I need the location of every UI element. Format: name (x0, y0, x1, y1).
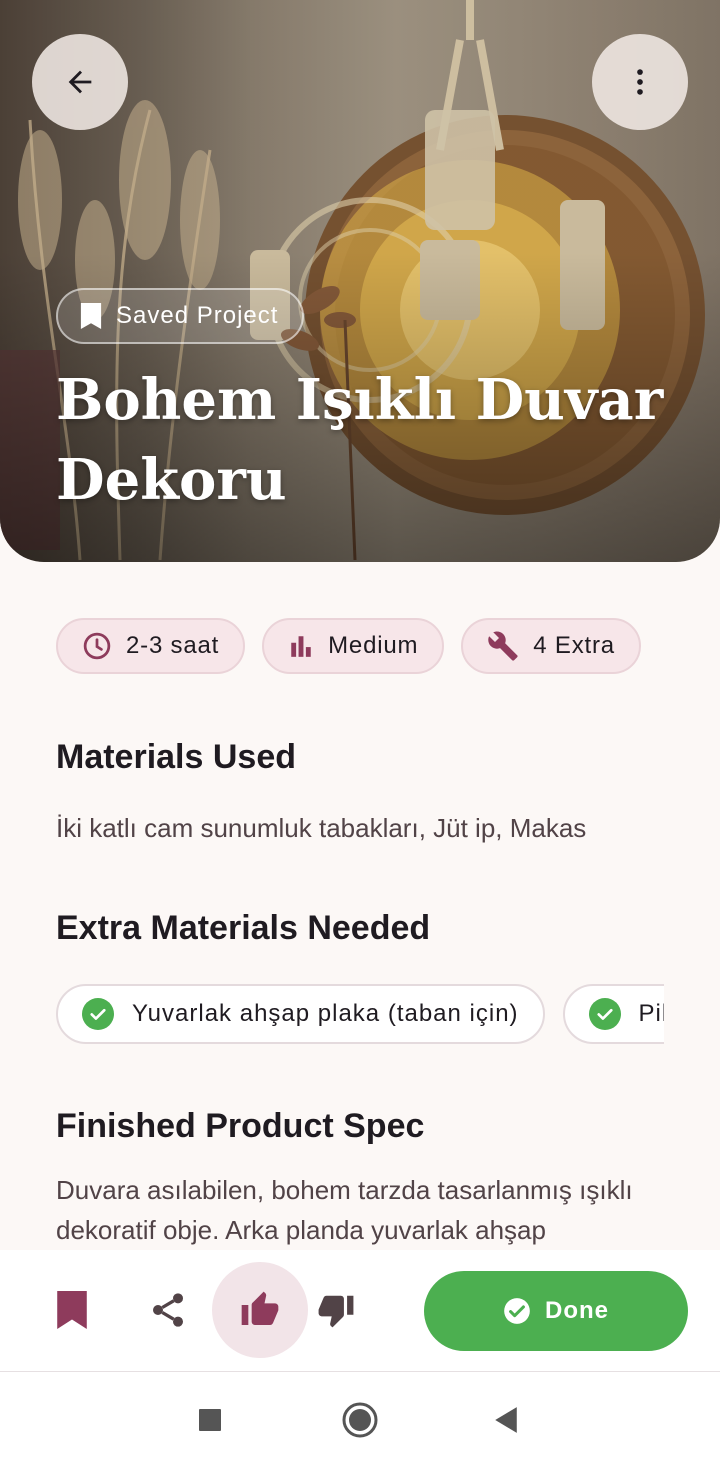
project-meta-chips: 2-3 saat Medium 4 Extra (56, 618, 641, 674)
square-icon (199, 1408, 221, 1431)
back-button[interactable] (32, 34, 128, 130)
more-vert-icon (637, 69, 643, 95)
materials-used-text: İki katlı cam sunumluk tabakları, Jüt ip… (56, 813, 587, 843)
arrow-back-icon (68, 70, 92, 94)
home-circle-icon (342, 1402, 378, 1437)
share-button[interactable] (136, 1274, 200, 1346)
bottom-action-bar: Done (0, 1250, 720, 1372)
home-button[interactable] (330, 1372, 390, 1467)
hero-image: Saved Project Bohem Işıklı Duvar Dekoru (0, 0, 720, 562)
extra-materials-heading: Extra Materials Needed (56, 909, 431, 947)
wrench-icon (488, 631, 518, 661)
check-circle-icon (588, 998, 621, 1030)
done-label: Done (545, 1297, 609, 1324)
page-title: Bohem Işıklı Duvar Dekoru (56, 367, 664, 513)
triangle-back-icon (495, 1406, 517, 1433)
difficulty-label: Medium (328, 632, 419, 659)
share-icon (153, 1293, 183, 1327)
check-circle-icon (504, 1298, 530, 1324)
more-options-button[interactable] (592, 34, 688, 130)
saved-project-label: Saved Project (116, 302, 279, 329)
thumb-down-icon (318, 1295, 354, 1328)
duration-chip: 2-3 saat (56, 618, 246, 674)
dislike-button[interactable] (304, 1274, 368, 1346)
saved-project-badge: Saved Project (56, 288, 305, 344)
extra-material-chip[interactable]: Yuvarlak ahşap plaka (taban için) (56, 984, 545, 1044)
finished-spec-heading: Finished Product Spec (56, 1107, 425, 1145)
bookmark-icon (80, 303, 102, 329)
finished-spec-text: Duvara asılabilen, bohem tarzda tasarlan… (56, 1175, 633, 1245)
clock-icon (83, 632, 111, 660)
extra-material-label: Yuvarlak ahşap plaka (taban için) (132, 1000, 519, 1027)
extra-count-chip: 4 Extra (461, 618, 641, 674)
extra-count-label: 4 Extra (533, 632, 615, 659)
check-circle-icon (82, 998, 114, 1030)
thumb-up-icon (241, 1291, 279, 1325)
extra-material-label: Pil (638, 1000, 664, 1027)
system-navigation-bar (0, 1372, 720, 1467)
recents-button[interactable] (180, 1372, 240, 1467)
system-back-button[interactable] (476, 1372, 536, 1467)
difficulty-chip: Medium (262, 618, 445, 674)
extra-materials-list[interactable]: Yuvarlak ahşap plaka (taban için) Pil (56, 984, 664, 1044)
bar-chart-icon (291, 636, 311, 657)
duration-label: 2-3 saat (126, 632, 220, 659)
done-button[interactable]: Done (424, 1271, 688, 1351)
materials-used-heading: Materials Used (56, 738, 296, 776)
bookmark-icon (57, 1291, 87, 1329)
like-button[interactable] (212, 1262, 308, 1358)
extra-material-chip[interactable]: Pil (562, 984, 664, 1044)
bookmark-button[interactable] (40, 1274, 104, 1346)
